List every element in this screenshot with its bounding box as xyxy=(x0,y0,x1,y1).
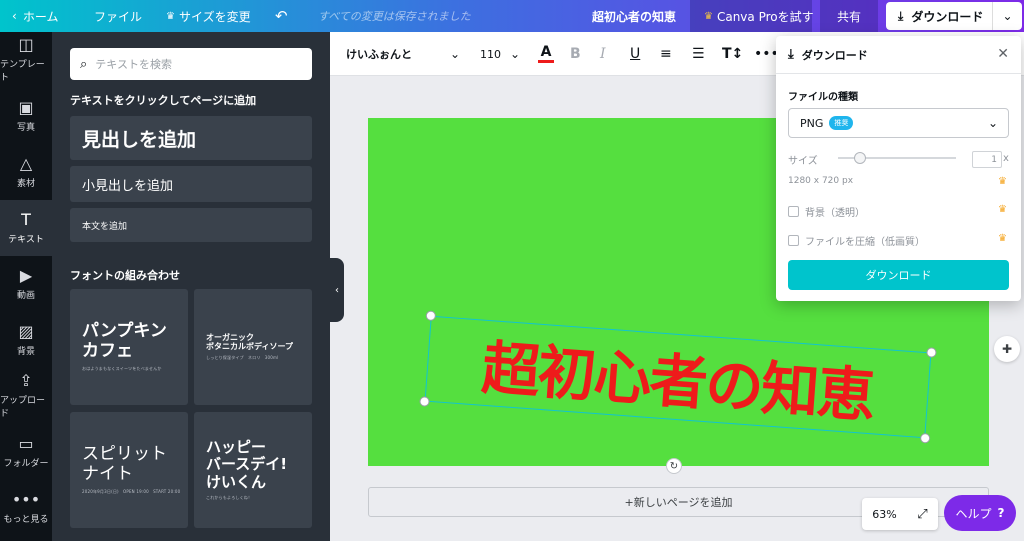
folder-icon: ▭ xyxy=(18,433,34,453)
font-combo-card[interactable]: スピリット ナイト 2020年9月3日(日) OPEN 19:00 START … xyxy=(70,412,188,528)
search-input[interactable] xyxy=(95,57,296,71)
add-subheading-button[interactable]: 小見出しを追加 xyxy=(70,166,312,202)
more-icon: ••• xyxy=(11,489,41,509)
video-icon: ▶ xyxy=(19,265,33,285)
recommended-badge: 推奨 xyxy=(829,116,854,130)
design-title[interactable]: 超初心者の知恵 xyxy=(592,0,676,32)
chevron-down-icon[interactable]: ⌄ xyxy=(992,2,1022,30)
chevron-down-icon[interactable]: ⌄ xyxy=(510,32,520,76)
rail-templates[interactable]: ◫ テンプレート xyxy=(0,32,52,88)
rotate-icon[interactable]: ↻ xyxy=(666,458,682,474)
align-center-icon[interactable]: ≡ xyxy=(660,32,672,76)
transparent-bg-option[interactable]: 背景（透明） xyxy=(788,204,865,219)
spacing-icon[interactable]: T↕ xyxy=(722,32,743,76)
search-icon: ⌕ xyxy=(80,56,88,72)
resize-button[interactable]: ♛ サイズを変更 xyxy=(166,0,251,32)
file-menu[interactable]: ファイル xyxy=(94,0,142,32)
save-status: すべての変更は保存されました xyxy=(318,10,471,23)
undo-icon[interactable]: ↶ xyxy=(275,0,288,32)
font-combos-heading: フォントの組み合わせ xyxy=(70,269,180,282)
add-body-button[interactable]: 本文を追加 xyxy=(70,208,312,242)
file-type-label: ファイルの種類 xyxy=(788,92,858,103)
rail-text[interactable]: T テキスト xyxy=(0,200,52,256)
font-family-select[interactable]: けいふぉんと xyxy=(346,32,412,76)
file-type-select[interactable]: PNG 推奨 ⌄ xyxy=(788,108,1009,138)
underline-icon[interactable]: U xyxy=(630,32,640,76)
resize-handle[interactable] xyxy=(425,310,437,322)
try-pro-button[interactable]: ♛ Canva Proを試す xyxy=(690,0,814,32)
pattern-icon: ▨ xyxy=(18,321,34,341)
add-heading-button[interactable]: 見出しを追加 xyxy=(70,116,312,160)
crown-icon: ♛ xyxy=(166,10,175,22)
rail-folders[interactable]: ▭ フォルダー xyxy=(0,424,52,480)
size-slider-handle[interactable] xyxy=(854,152,866,164)
help-button[interactable]: ヘルプ ? xyxy=(944,495,1016,531)
italic-icon[interactable]: I xyxy=(600,32,606,76)
click-to-add-heading: テキストをクリックしてページに追加 xyxy=(70,94,257,107)
rail-uploads[interactable]: ⇪ アップロード xyxy=(0,368,52,424)
shapes-icon: △ xyxy=(19,153,33,173)
top-bar: ‹ ホーム ファイル ♛ サイズを変更 ↶ すべての変更は保存されました 超初心… xyxy=(0,0,1024,32)
home-button[interactable]: ‹ ホーム xyxy=(12,0,58,32)
crown-icon: ♛ xyxy=(998,176,1007,187)
bold-icon[interactable]: B xyxy=(570,32,581,76)
rail-video[interactable]: ▶ 動画 xyxy=(0,256,52,312)
chevron-down-icon: ⌄ xyxy=(987,116,998,130)
image-icon: ▣ xyxy=(18,97,34,117)
chevron-down-icon[interactable]: ⌄ xyxy=(450,32,460,76)
download-panel-header: ⤓ ダウンロード xyxy=(776,36,1021,74)
font-combo-card[interactable]: オーガニック ボタニカルボディソープ しっとり保湿タイプ ネロリ 300ml xyxy=(194,289,312,405)
size-unit: x xyxy=(1003,153,1009,164)
crown-icon: ♛ xyxy=(704,10,713,22)
dimensions-text: 1280 x 720 px xyxy=(788,176,854,186)
zoom-level: 63% xyxy=(872,507,897,521)
download-confirm-button[interactable]: ダウンロード xyxy=(788,260,1009,290)
download-icon: ⤓ xyxy=(788,47,794,62)
font-size-select[interactable]: 110 xyxy=(480,32,501,76)
close-icon[interactable]: ✕ xyxy=(997,46,1009,62)
text-color-icon[interactable]: A xyxy=(538,32,554,76)
download-button[interactable]: ⤓ ダウンロード xyxy=(886,2,992,30)
size-label: サイズ xyxy=(788,156,818,167)
rail-background[interactable]: ▨ 背景 xyxy=(0,312,52,368)
help-question-icon: ? xyxy=(997,506,1005,520)
list-icon[interactable]: ☰ xyxy=(692,32,705,76)
compress-checkbox[interactable] xyxy=(788,235,799,246)
template-icon: ◫ xyxy=(18,35,34,54)
size-input[interactable]: 1 xyxy=(972,151,1002,168)
chevron-left-icon: ‹ xyxy=(12,9,17,23)
transparent-bg-checkbox[interactable] xyxy=(788,206,799,217)
rail-elements[interactable]: △ 素材 xyxy=(0,144,52,200)
search-box[interactable]: ⌕ xyxy=(70,48,312,80)
cloud-upload-icon: ⇪ xyxy=(19,371,33,390)
left-rail: ◫ テンプレート ▣ 写真 △ 素材 T テキスト ▶ 動画 ▨ 背景 ⇪ アッ… xyxy=(0,32,52,541)
crown-icon: ♛ xyxy=(998,204,1007,215)
download-panel: ⤓ ダウンロード ✕ ファイルの種類 PNG 推奨 ⌄ サイズ 1 x 1280… xyxy=(776,36,1021,301)
font-combo-card[interactable]: ハッピー バースデイ! けいくん これからもよろしくね！ xyxy=(194,412,312,528)
collapse-panel-button[interactable]: ‹ xyxy=(330,258,344,322)
fullscreen-icon[interactable]: ⤢ xyxy=(917,507,927,522)
compress-option[interactable]: ファイルを圧縮（低画質） xyxy=(788,233,925,248)
text-icon: T xyxy=(21,209,31,229)
text-panel: ⌕ テキストをクリックしてページに追加 見出しを追加 小見出しを追加 本文を追加… xyxy=(52,32,330,541)
share-button[interactable]: 共有 xyxy=(820,0,878,32)
rail-photos[interactable]: ▣ 写真 xyxy=(0,88,52,144)
add-comment-icon[interactable]: ✚ xyxy=(994,336,1020,362)
zoom-control[interactable]: 63% ⤢ xyxy=(862,498,938,530)
download-icon: ⤓ xyxy=(898,8,904,23)
rail-more[interactable]: ••• もっと見る xyxy=(0,480,52,536)
crown-icon: ♛ xyxy=(998,233,1007,244)
font-combo-card[interactable]: パンプキン カフェ おはようまもなくスイーツをたべませんか xyxy=(70,289,188,405)
